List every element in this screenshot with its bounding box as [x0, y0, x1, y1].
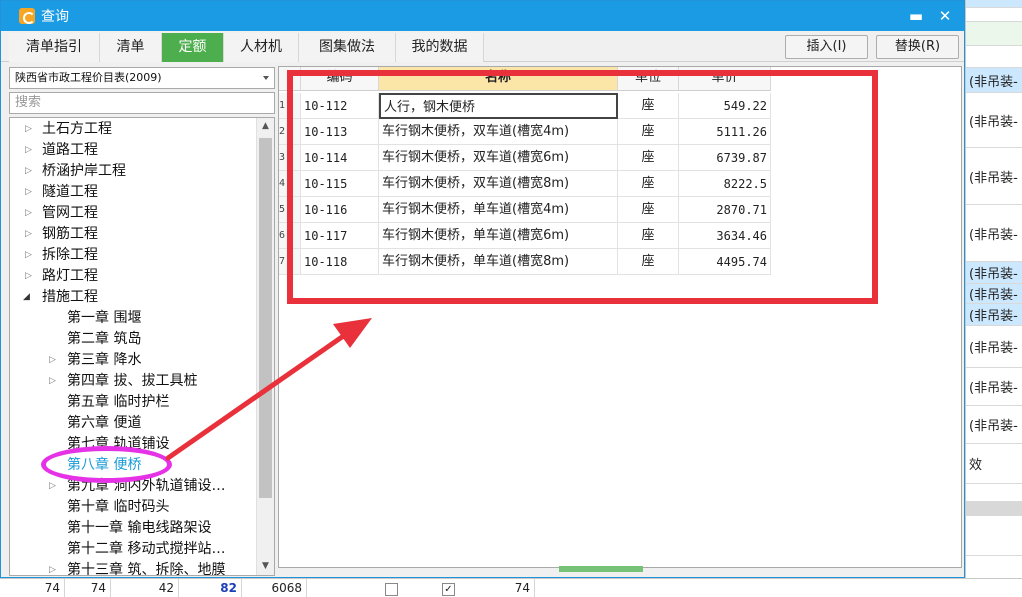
chevron-right-icon[interactable]: ▷ [25, 203, 32, 224]
tree-item[interactable]: ▷ 桥涵护岸工程 [20, 161, 126, 182]
background-cell[interactable]: (非吊装- [966, 406, 1022, 444]
chevron-right-icon[interactable]: ▷ [25, 245, 32, 266]
tree-item[interactable]: ▷ 第三章 降水 [45, 350, 141, 371]
tree-item[interactable]: ◢ 措施工程 [20, 287, 98, 308]
background-cell[interactable]: (非吊装- [966, 262, 1022, 284]
background-cell[interactable]: (非吊装- [966, 93, 1022, 148]
tree-item[interactable]: 第十一章 输电线路架设 [67, 518, 211, 539]
screen: (非吊装- (非吊装- (非吊装- (非吊装- (非吊装- (非吊装- (非吊装… [0, 0, 1022, 597]
replace-button[interactable]: 替换(R) [876, 35, 959, 59]
background-cell[interactable]: 74 [65, 579, 111, 597]
chevron-right-icon[interactable]: ▷ [25, 266, 32, 287]
window-title: 查询 [41, 9, 69, 25]
scroll-up-icon[interactable]: ▲ [257, 118, 274, 135]
tree-item[interactable]: 第六章 便道 [67, 413, 141, 434]
minimize-icon[interactable]: ▬ [905, 5, 927, 27]
chevron-right-icon[interactable]: ▷ [49, 560, 56, 575]
background-cell[interactable]: (非吊装- [966, 368, 1022, 406]
background-cell[interactable]: (非吊装- [966, 304, 1022, 326]
background-cell[interactable]: (非吊装- [966, 68, 1022, 93]
tree-item[interactable]: 第一章 围堰 [67, 308, 141, 329]
background-cell[interactable]: (非吊装- [966, 284, 1022, 304]
left-panel: 陕西省市政工程价目表(2009) 搜索 ▷ 土石方工程 ▷ 道路工程 ▷ 桥涵护岸工程… [9, 66, 277, 576]
background-checkbox-checked[interactable]: ✓ [442, 583, 455, 596]
search-input[interactable]: 搜索 [9, 92, 275, 114]
background-bottom-row: 74 74 42 82 6068 ✓ 74 [0, 578, 1022, 597]
tree-item[interactable]: ▷ 道路工程 [20, 140, 98, 161]
tree-item[interactable]: 第十二章 移动式搅拌站… [67, 539, 225, 560]
insert-button[interactable]: 插入(I) [785, 35, 868, 59]
chevron-down-icon[interactable] [263, 76, 269, 80]
background-cell[interactable]: 82 [179, 579, 242, 597]
tree-item[interactable]: 第十章 临时码头 [67, 497, 169, 518]
tab-quota[interactable]: 定额 [162, 33, 224, 62]
tab-my-data[interactable]: 我的数据 [396, 33, 484, 62]
scroll-down-icon[interactable]: ▼ [257, 558, 274, 575]
tree-item[interactable]: ▷ 第四章 拔、拔工具桩 [45, 371, 197, 392]
chevron-right-icon[interactable]: ▷ [49, 350, 56, 371]
tree-item[interactable]: 第二章 筑岛 [67, 329, 141, 350]
tree-item[interactable]: ▷ 隧道工程 [20, 182, 98, 203]
background-cell[interactable]: 74 [478, 579, 535, 597]
background-cell[interactable]: (非吊装- [966, 148, 1022, 205]
tab-atlas-method[interactable]: 图集做法 [299, 33, 396, 62]
tree-item[interactable]: ▷ 钢筋工程 [20, 224, 98, 245]
tree-item[interactable]: ▷ 路灯工程 [20, 266, 98, 287]
background-checkbox[interactable] [385, 583, 398, 596]
highlight-box [287, 70, 878, 304]
background-cell[interactable]: 42 [111, 579, 179, 597]
background-cell[interactable]: 效 [966, 444, 1022, 484]
tab-bill[interactable]: 清单 [100, 33, 162, 62]
background-cell[interactable]: (非吊装- [966, 326, 1022, 368]
tree-item[interactable]: ▷ 土石方工程 [20, 119, 112, 140]
scroll-thumb[interactable] [259, 138, 272, 498]
expanded-triangle-icon[interactable]: ◢ [23, 287, 30, 308]
chevron-right-icon[interactable]: ▷ [25, 119, 32, 140]
background-right-column: (非吊装- (非吊装- (非吊装- (非吊装- (非吊装- (非吊装- (非吊装… [965, 0, 1022, 580]
close-icon[interactable]: ✕ [934, 5, 956, 27]
chevron-right-icon[interactable]: ▷ [25, 140, 32, 161]
tree-item[interactable]: ▷ 第十三章 筑、拆除、地膜 [45, 560, 225, 575]
background-cell[interactable]: (非吊装- [966, 205, 1022, 262]
chevron-right-icon[interactable]: ▷ [49, 476, 56, 497]
background-cell[interactable]: 6068 [242, 579, 307, 597]
catalog-select-value: 陕西省市政工程价目表(2009) [15, 71, 162, 84]
catalog-select[interactable]: 陕西省市政工程价目表(2009) [9, 67, 275, 89]
background-cell[interactable]: 74 [0, 579, 65, 597]
tree-item[interactable]: ▷ 拆除工程 [20, 245, 98, 266]
chevron-right-icon[interactable]: ▷ [25, 161, 32, 182]
highlight-ellipse [41, 446, 172, 483]
chevron-right-icon[interactable]: ▷ [25, 224, 32, 245]
panel-resize-grip[interactable] [559, 566, 643, 572]
tree-scrollbar[interactable]: ▲ ▼ [256, 118, 274, 575]
title-bar[interactable]: 查询 ▬ ✕ [1, 1, 964, 31]
chevron-right-icon[interactable]: ▷ [49, 371, 56, 392]
app-icon [19, 8, 35, 24]
chapter-tree: ▷ 土石方工程 ▷ 道路工程 ▷ 桥涵护岸工程 ▷ 隧道工程 ▷ 管网工程 ▷ 钢筋工程 ▷… [9, 117, 275, 576]
chevron-right-icon[interactable]: ▷ [25, 182, 32, 203]
tree-item[interactable]: 第五章 临时护栏 [67, 392, 169, 413]
tab-labor-material-machine[interactable]: 人材机 [224, 33, 299, 62]
tree-item[interactable]: ▷ 管网工程 [20, 203, 98, 224]
tab-bar: 清单指引 清单 定额 人材机 图集做法 我的数据 插入(I) 替换(R) [1, 31, 964, 62]
tab-bill-guide[interactable]: 清单指引 [9, 33, 100, 62]
